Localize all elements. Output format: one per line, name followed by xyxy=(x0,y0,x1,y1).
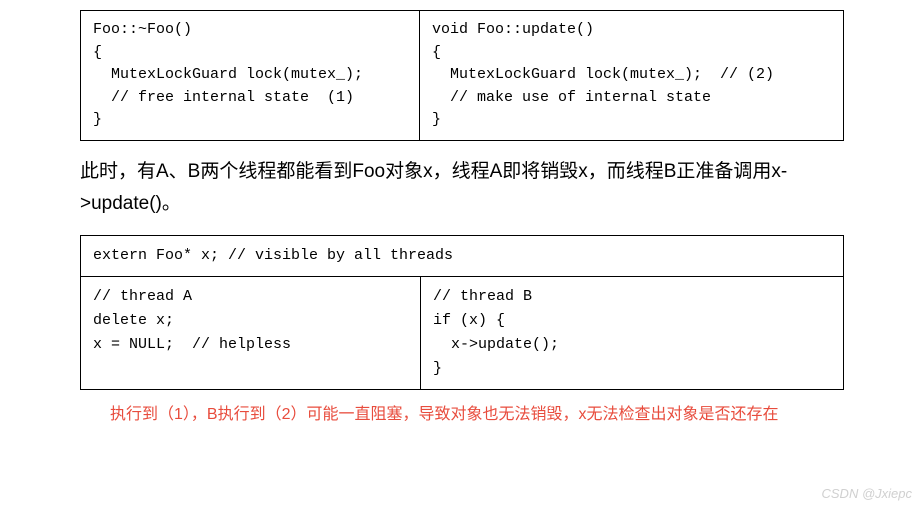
watermark: CSDN @Jxiepc xyxy=(822,486,913,501)
thread-a-cell: // thread A delete x; x = NULL; // helpl… xyxy=(81,277,421,389)
document-container: Foo::~Foo() { MutexLockGuard lock(mutex_… xyxy=(0,10,924,428)
table-body-row: // thread A delete x; x = NULL; // helpl… xyxy=(81,277,843,389)
code-row-1: Foo::~Foo() { MutexLockGuard lock(mutex_… xyxy=(80,10,844,141)
thread-example-table: extern Foo* x; // visible by all threads… xyxy=(80,235,844,390)
update-method-code: void Foo::update() { MutexLockGuard lock… xyxy=(420,10,844,141)
annotation-note: 执行到（1），B执行到（2）可能一直阻塞，导致对象也无法销毁，x无法检查出对象是… xyxy=(80,402,844,428)
destructor-code: Foo::~Foo() { MutexLockGuard lock(mutex_… xyxy=(80,10,420,141)
thread-b-cell: // thread B if (x) { x->update(); } xyxy=(421,277,843,389)
table-header: extern Foo* x; // visible by all threads xyxy=(81,236,843,277)
explanation-paragraph: 此时，有A、B两个线程都能看到Foo对象x，线程A即将销毁x，而线程B正准备调用… xyxy=(80,156,844,221)
